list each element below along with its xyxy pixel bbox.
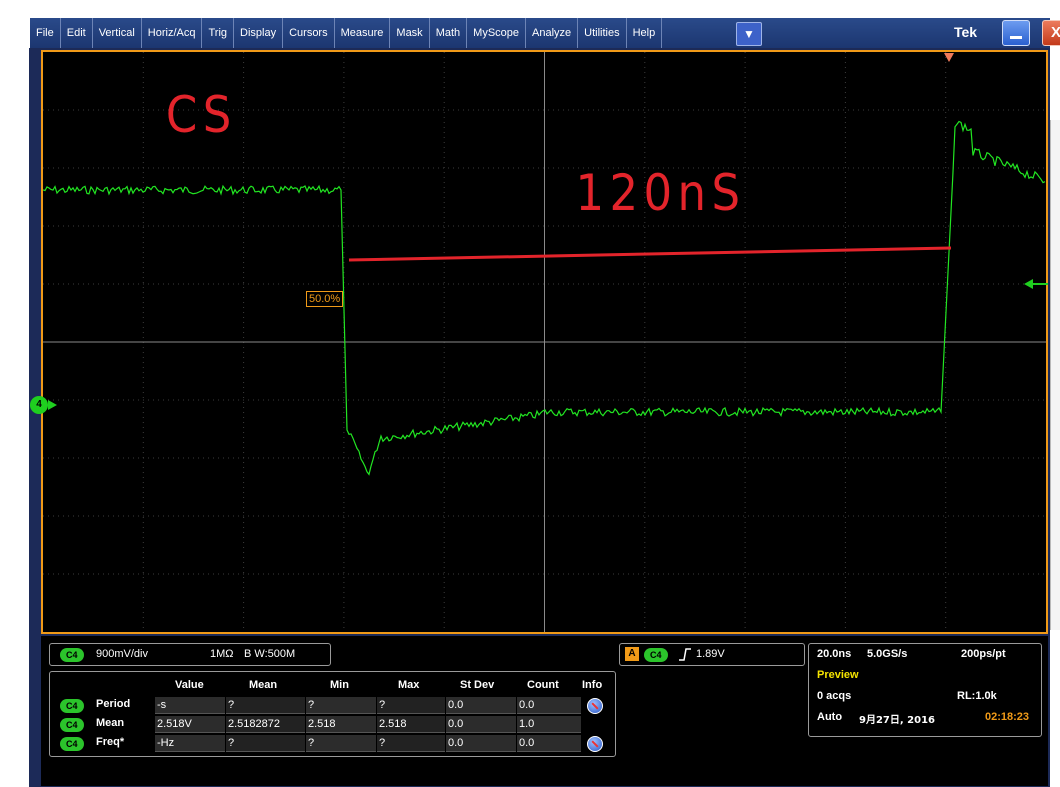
timebase: 20.0ns bbox=[817, 648, 852, 660]
menu: File Edit Vertical Horiz/Acq Trig Display Curs… bbox=[30, 18, 663, 48]
menu-item-file[interactable]: File bbox=[30, 18, 61, 48]
period-max: ? bbox=[377, 697, 445, 714]
freq-stdev: 0.0 bbox=[446, 735, 516, 752]
menu-item-cursors[interactable]: Cursors bbox=[283, 18, 335, 48]
header-info: Info bbox=[582, 679, 603, 691]
mean-count: 1.0 bbox=[517, 716, 581, 733]
trigger-readout[interactable]: A C4 1.89V bbox=[619, 643, 805, 666]
trigger-level-arrow-icon[interactable] bbox=[1024, 279, 1033, 289]
channel-readout[interactable]: C4 900mV/div 1MΩ B W:500M bbox=[49, 643, 331, 666]
channel-4-ground-marker[interactable]: 4 bbox=[30, 396, 48, 414]
period-min: ? bbox=[306, 697, 376, 714]
channel-bandwidth: B W:500M bbox=[244, 648, 296, 660]
measurement-badge: C4 bbox=[60, 699, 84, 713]
menu-item-horiz-acq[interactable]: Horiz/Acq bbox=[142, 18, 203, 48]
menu-dropdown-button[interactable]: ▼ bbox=[736, 22, 762, 46]
tek-brand: Tek bbox=[954, 24, 978, 40]
measurement-badge: C4 bbox=[60, 737, 84, 751]
menu-item-myscope[interactable]: MyScope bbox=[467, 18, 527, 48]
measurement-table[interactable]: Value Mean Min Max St Dev Count Info C4 … bbox=[49, 671, 616, 757]
auto-trigger-icon: A bbox=[625, 647, 639, 661]
menu-item-edit[interactable]: Edit bbox=[61, 18, 93, 48]
trigger-source-badge: C4 bbox=[644, 648, 668, 662]
menu-item-help[interactable]: Help bbox=[627, 18, 663, 48]
sample-rate: 5.0GS/s bbox=[867, 648, 908, 660]
channel-impedance: 1MΩ bbox=[210, 648, 234, 660]
acquisition-readout[interactable]: 20.0ns 5.0GS/s 200ps/pt Preview 0 acqs R… bbox=[808, 643, 1042, 737]
resolution: 200ps/pt bbox=[961, 648, 1006, 660]
acquisition-count: 0 acqs bbox=[817, 690, 852, 702]
header-min: Min bbox=[330, 679, 349, 691]
side-panel-edge[interactable] bbox=[1050, 120, 1060, 630]
measurement-name-period: Period bbox=[96, 698, 131, 710]
measurement-badge: C4 bbox=[60, 718, 84, 732]
header-stdev: St Dev bbox=[460, 679, 495, 691]
annotation-duration: 120nS bbox=[575, 164, 746, 222]
freq-count: 0.0 bbox=[517, 735, 581, 752]
header-value: Value bbox=[175, 679, 204, 691]
measurement-name-freq: Freq* bbox=[96, 736, 125, 748]
header-mean: Mean bbox=[249, 679, 278, 691]
menu-item-display[interactable]: Display bbox=[234, 18, 284, 48]
annotation-duration-line bbox=[348, 246, 952, 262]
rising-edge-icon bbox=[679, 648, 691, 661]
acquisition-time: 02:18:23 bbox=[985, 711, 1030, 723]
mean-stdev: 0.0 bbox=[446, 716, 516, 733]
trigger-level: 1.89V bbox=[696, 648, 725, 660]
trigger-level-tick bbox=[1033, 283, 1048, 285]
period-info-icon[interactable] bbox=[587, 698, 603, 714]
channel-arrow-icon bbox=[48, 400, 57, 410]
period-value: -s bbox=[155, 697, 225, 714]
channel-badge: C4 bbox=[60, 648, 84, 662]
trigger-mode: Auto bbox=[817, 711, 843, 723]
menu-item-trig[interactable]: Trig bbox=[202, 18, 235, 48]
freq-info-icon[interactable] bbox=[587, 736, 603, 752]
header-max: Max bbox=[398, 679, 420, 691]
freq-mean: ? bbox=[226, 735, 305, 752]
menu-item-analyze[interactable]: Analyze bbox=[526, 18, 579, 48]
freq-value: -Hz bbox=[155, 735, 225, 752]
period-stdev: 0.0 bbox=[446, 697, 516, 714]
menu-item-math[interactable]: Math bbox=[430, 18, 468, 48]
close-button[interactable]: X bbox=[1042, 20, 1060, 46]
menu-item-utilities[interactable]: Utilities bbox=[578, 18, 627, 48]
channel-scale: 900mV/div bbox=[96, 648, 148, 660]
mean-min: 2.518 bbox=[306, 716, 376, 733]
freq-max: ? bbox=[377, 735, 445, 752]
mean-mean: 2.5182872 bbox=[226, 716, 305, 733]
record-length: RL:1.0k bbox=[957, 690, 997, 702]
header-count: Count bbox=[527, 679, 559, 691]
mean-max: 2.518 bbox=[377, 716, 445, 733]
menu-item-vertical[interactable]: Vertical bbox=[93, 18, 142, 48]
minimize-button[interactable] bbox=[1002, 20, 1030, 46]
mean-value: 2.518V bbox=[155, 716, 225, 733]
freq-min: ? bbox=[306, 735, 376, 752]
acquisition-date: 9月27日, 2016 bbox=[859, 715, 935, 726]
menu-item-mask[interactable]: Mask bbox=[390, 18, 430, 48]
acquisition-mode: Preview bbox=[817, 669, 859, 681]
menu-item-measure[interactable]: Measure bbox=[335, 18, 391, 48]
menu-bar: File Edit Vertical Horiz/Acq Trig Display Curs… bbox=[30, 18, 1060, 48]
trigger-percent-label[interactable]: 50.0% bbox=[306, 291, 344, 307]
trigger-position-marker-icon[interactable] bbox=[944, 53, 954, 62]
period-mean: ? bbox=[226, 697, 305, 714]
annotation-signal-name: CS bbox=[165, 86, 237, 144]
measurement-name-mean: Mean bbox=[96, 717, 125, 729]
period-count: 0.0 bbox=[517, 697, 581, 714]
channel-4-trace bbox=[43, 120, 1046, 476]
